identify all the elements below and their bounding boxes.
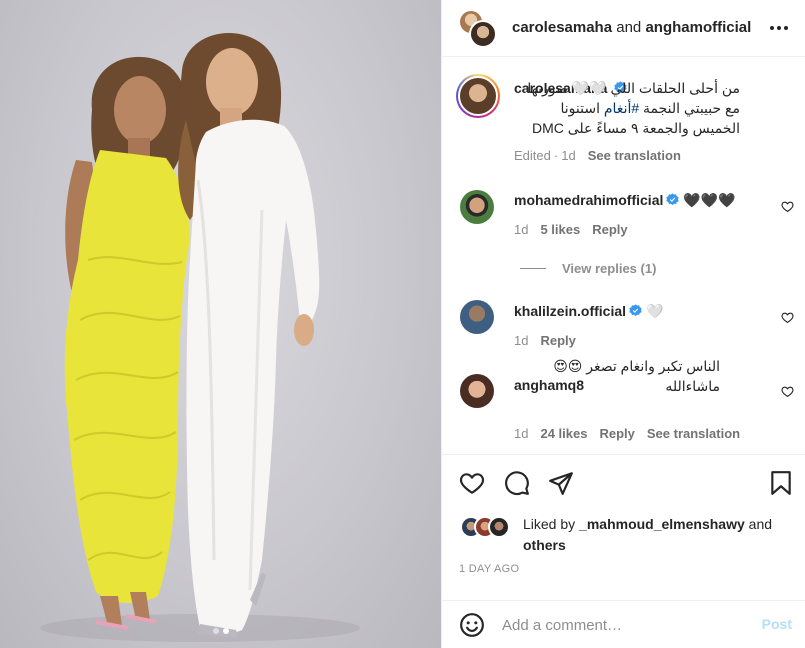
share-icon[interactable] bbox=[548, 470, 574, 496]
post-photo[interactable] bbox=[0, 0, 441, 648]
header-username-2[interactable]: anghamofficial bbox=[645, 19, 751, 36]
reply-button[interactable]: Reply bbox=[540, 333, 575, 348]
liked-by-user[interactable]: _mahmoud_elmenshawy bbox=[579, 516, 745, 532]
caption-edited: Edited bbox=[514, 148, 551, 163]
caption-text: من أحلى الحلقات اللي 🤍🤍 صورتها مع حبيبتي… bbox=[514, 78, 740, 138]
carousel-dot[interactable] bbox=[212, 628, 219, 634]
verified-icon bbox=[629, 304, 642, 317]
avatar[interactable] bbox=[460, 190, 494, 224]
carousel-dots bbox=[0, 628, 441, 634]
header-joiner: and bbox=[612, 19, 646, 36]
liker-avatars[interactable] bbox=[460, 516, 520, 540]
carousel-dot-active[interactable] bbox=[222, 628, 229, 634]
collab-usernames: carolesamaha and anghamofficial bbox=[512, 19, 751, 36]
reply-button[interactable]: Reply bbox=[592, 222, 627, 237]
add-comment-bar: Post bbox=[442, 600, 805, 648]
comment-time[interactable]: 1d bbox=[514, 222, 528, 237]
comment-text: الناس تكبر وانغام تصغر 😍😍 ماشاءالله bbox=[553, 358, 720, 394]
header-username-1[interactable]: carolesamaha bbox=[512, 19, 612, 36]
avatar[interactable] bbox=[460, 374, 494, 408]
post-header: carolesamaha and anghamofficial bbox=[442, 0, 805, 57]
comment: khalilzein.official 🤍 bbox=[514, 303, 663, 320]
comment-icon[interactable] bbox=[504, 470, 530, 496]
verified-icon bbox=[666, 193, 680, 206]
collab-avatars[interactable] bbox=[458, 9, 498, 49]
post-sidebar: carolesamaha and anghamofficial carolesa… bbox=[441, 0, 805, 648]
bookmark-icon[interactable] bbox=[768, 470, 794, 496]
like-comment-heart-icon[interactable] bbox=[781, 200, 794, 213]
like-comment-heart-icon[interactable] bbox=[781, 385, 794, 398]
comment-likes[interactable]: 5 likes bbox=[540, 222, 580, 237]
caption-hashtag[interactable]: #أنغام bbox=[604, 100, 639, 116]
comment-likes[interactable]: 24 likes bbox=[540, 426, 587, 441]
photo-illustration bbox=[40, 32, 360, 642]
reply-button[interactable]: Reply bbox=[599, 426, 634, 441]
avatar bbox=[488, 516, 510, 538]
post-comment-button[interactable]: Post bbox=[762, 616, 792, 632]
comment-text: 🤍 bbox=[646, 303, 664, 319]
action-bar bbox=[442, 454, 805, 512]
comment-text: 🖤🖤🖤 bbox=[683, 192, 736, 208]
comments-list[interactable]: carolesamaha من أحلى الحلقات اللي 🤍🤍 صور… bbox=[442, 58, 805, 454]
comment-meta: 1d 24 likes Reply See translation bbox=[514, 426, 752, 441]
caption-avatar[interactable] bbox=[456, 74, 500, 118]
view-replies-label: View replies (1) bbox=[562, 261, 657, 276]
comment-username[interactable]: khalilzein.official bbox=[514, 303, 626, 319]
liked-by-prefix: Liked by bbox=[523, 516, 580, 532]
avatar bbox=[469, 20, 497, 48]
comment-time[interactable]: 1d bbox=[514, 426, 528, 441]
caption-time[interactable]: 1d bbox=[561, 148, 575, 163]
liked-by-others[interactable]: others bbox=[523, 537, 566, 553]
liked-by-text: Liked by _mahmoud_elmenshawy and others bbox=[523, 514, 793, 556]
comment-time[interactable]: 1d bbox=[514, 333, 528, 348]
comment: mohamedrahimofficial 🖤🖤🖤 bbox=[514, 192, 736, 209]
comment-input[interactable] bbox=[502, 614, 742, 636]
heart-icon[interactable] bbox=[459, 470, 485, 496]
liked-by-joiner: and bbox=[744, 516, 773, 532]
caption-meta: Edited · 1d See translation bbox=[514, 148, 681, 163]
comment-meta: 1d 5 likes Reply bbox=[514, 222, 640, 237]
comment-username[interactable]: mohamedrahimofficial bbox=[514, 192, 663, 208]
see-translation-link[interactable]: See translation bbox=[647, 426, 740, 441]
avatar[interactable] bbox=[460, 300, 494, 334]
see-translation-link[interactable]: See translation bbox=[588, 148, 681, 163]
comment-meta: 1d Reply bbox=[514, 333, 588, 348]
like-comment-heart-icon[interactable] bbox=[781, 311, 794, 324]
emoji-icon[interactable] bbox=[459, 612, 485, 638]
post-timestamp[interactable]: 1 DAY AGO bbox=[459, 563, 519, 575]
view-replies-button[interactable]: View replies (1) bbox=[520, 261, 656, 276]
more-options-icon[interactable] bbox=[768, 18, 790, 38]
